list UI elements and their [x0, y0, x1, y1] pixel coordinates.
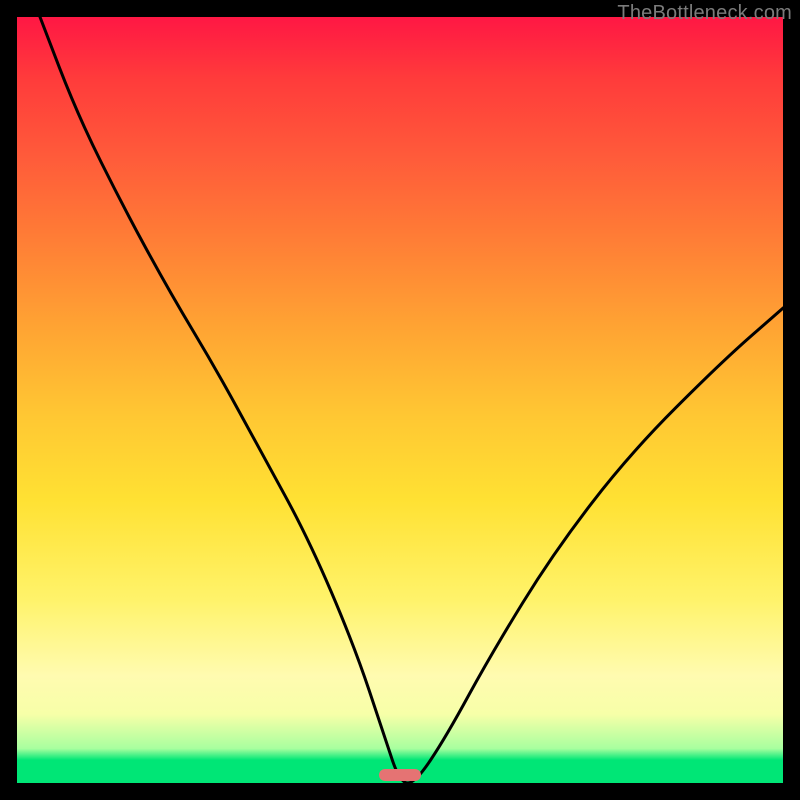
watermark-text: TheBottleneck.com [617, 2, 792, 25]
optimal-range-marker [379, 769, 421, 781]
bottleneck-curve [17, 17, 783, 783]
chart-frame: TheBottleneck.com [0, 0, 800, 800]
plot-area [17, 17, 783, 783]
